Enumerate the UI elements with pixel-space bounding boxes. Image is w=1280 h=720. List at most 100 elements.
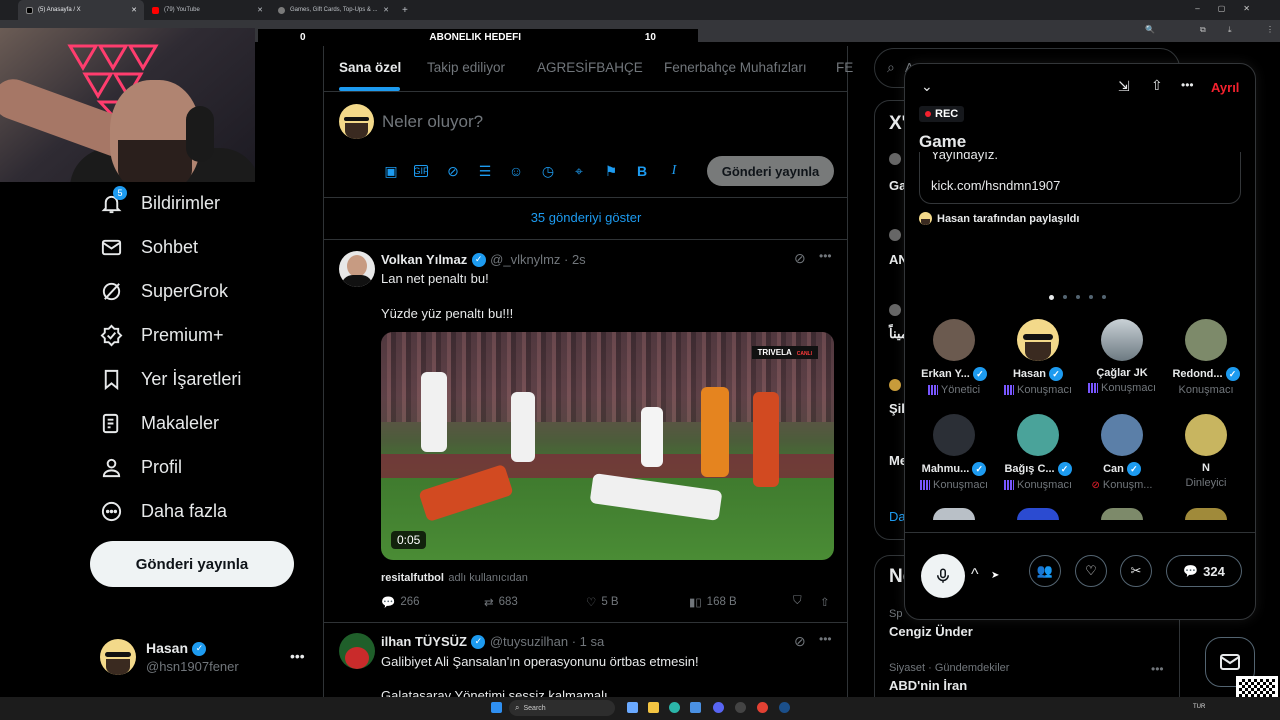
tab-for-you[interactable]: Sana özel xyxy=(339,60,401,75)
account-name: Hasan xyxy=(146,640,189,656)
leave-button[interactable]: Ayrıl xyxy=(1211,80,1239,95)
obs-icon[interactable] xyxy=(735,702,746,713)
tab-fe[interactable]: FE xyxy=(836,60,853,75)
close-tab-icon[interactable]: ✕ xyxy=(131,6,137,14)
browser-tab-games[interactable]: Games, Gift Cards, Top-Ups & ... ✕ xyxy=(270,0,396,20)
share-icon[interactable]: ⇧ xyxy=(1151,77,1163,94)
language-indicator[interactable]: TUR xyxy=(1193,704,1205,710)
chevron-up-icon[interactable]: ^ xyxy=(971,566,979,584)
repost-button[interactable]: ⇄ 683 xyxy=(484,595,518,609)
pinned-post[interactable]: Yayındayız. kick.com/hsndmn1907 xyxy=(919,152,1241,204)
nav-profile[interactable]: Profil xyxy=(100,456,182,479)
share-icon[interactable]: ⇧ xyxy=(820,595,830,609)
nav-premium[interactable]: Premium+ xyxy=(100,324,224,347)
show-new-posts[interactable]: 35 gönderiyi göster xyxy=(324,210,848,225)
bookmark-icon[interactable]: ⛉ xyxy=(793,595,802,608)
live-label: CANLI xyxy=(796,351,812,357)
tweet-handle[interactable]: @tuysuzilhan · 1 sa xyxy=(490,634,604,649)
participant[interactable]: Can ✓ ⊘ Konuşm... xyxy=(1082,414,1162,491)
file-explorer-icon[interactable] xyxy=(648,702,659,713)
extensions-icon[interactable]: ⧉ xyxy=(1200,25,1206,35)
grok-icon[interactable]: ⊘ xyxy=(794,633,806,650)
tweet-author[interactable]: ilhan TÜYSÜZ xyxy=(381,634,467,649)
nav-notifications[interactable]: 5 Bildirimler xyxy=(100,186,220,215)
schedule-icon[interactable]: ◷ xyxy=(540,163,556,179)
participant[interactable]: Bağış C... ✓ Konuşmacı xyxy=(998,414,1078,491)
chrome-icon[interactable] xyxy=(757,702,768,713)
trend-item[interactable]: Cengiz Ünder xyxy=(889,624,973,639)
clip-button[interactable]: ✂ xyxy=(1120,555,1152,587)
microphone-button[interactable] xyxy=(921,554,965,598)
poll-icon[interactable]: ☰ xyxy=(477,163,493,179)
like-button[interactable]: ♡ 5 B xyxy=(586,595,619,609)
trend-category: Sp xyxy=(889,608,903,620)
download-icon[interactable]: ⤓ xyxy=(1228,25,1232,35)
store-icon[interactable] xyxy=(690,702,701,713)
task-view-icon[interactable] xyxy=(627,702,638,713)
menu-icon[interactable]: ⋮ xyxy=(1266,25,1274,34)
reply-button[interactable]: 💬 266 xyxy=(381,595,420,609)
taskbar-search[interactable]: ⌕ Search xyxy=(509,700,615,716)
trend-item[interactable]: Şil xyxy=(889,401,905,416)
heart-icon: ♡ xyxy=(586,597,597,609)
windows-start-icon[interactable] xyxy=(491,702,502,713)
participant[interactable]: N Dinleyici xyxy=(1166,414,1246,489)
edge-icon[interactable] xyxy=(669,702,680,713)
discord-icon[interactable] xyxy=(713,702,724,713)
nav-supergrok[interactable]: SuperGrok xyxy=(100,280,228,303)
react-button[interactable]: ♡ xyxy=(1075,555,1107,587)
nav-more[interactable]: Daha fazla xyxy=(100,500,227,523)
bold-icon[interactable]: B xyxy=(634,163,650,179)
italic-icon[interactable]: I xyxy=(666,163,682,179)
participant[interactable]: Erkan Y... ✓ Yönetici xyxy=(914,319,994,396)
location-icon[interactable]: ⌖ xyxy=(571,163,587,179)
grok-icon[interactable]: ⊘ xyxy=(794,250,806,267)
browser-tab-x[interactable]: (5) Anasayfa / X ✕ xyxy=(18,0,144,20)
grok-icon[interactable]: ⊘ xyxy=(445,163,461,179)
image-icon[interactable]: ▣ xyxy=(383,163,399,179)
tweet-handle[interactable]: @_vlknylmz · 2s xyxy=(490,252,586,267)
tweet-video[interactable]: TRIVELA CANLI 0:05 xyxy=(381,332,834,560)
tab-following[interactable]: Takip ediliyor xyxy=(427,60,505,75)
participant[interactable]: Mahmu... ✓ Konuşmacı xyxy=(914,414,994,491)
minimize-icon[interactable]: ⇲ xyxy=(1118,78,1130,95)
browser-tab-youtube[interactable]: (79) YouTube ✕ xyxy=(144,0,270,20)
new-tab-button[interactable]: + xyxy=(402,5,408,16)
trend-item[interactable]: ABD'nin İran xyxy=(889,678,967,693)
post-button[interactable]: Gönderi yayınla xyxy=(90,541,294,587)
pinned-link[interactable]: kick.com/hsndmn1907 xyxy=(931,178,1060,193)
more-icon[interactable]: ••• xyxy=(1151,662,1164,676)
more-icon[interactable]: ••• xyxy=(1181,78,1194,92)
participant[interactable]: Çağlar JK Konuşmacı xyxy=(1082,319,1162,394)
composer-input[interactable]: Neler oluyor? xyxy=(382,112,483,132)
page-dots[interactable] xyxy=(1049,295,1106,300)
steam-icon[interactable] xyxy=(779,702,790,713)
nav-label: Daha fazla xyxy=(141,501,228,521)
nav-bookmarks[interactable]: Yer İşaretleri xyxy=(100,368,241,391)
tweet-author[interactable]: Volkan Yılmaz xyxy=(381,252,467,267)
globe-icon xyxy=(278,6,285,14)
participant[interactable]: Hasan ✓ Konuşmacı xyxy=(998,319,1078,396)
comments-button[interactable]: 💬 324 xyxy=(1166,555,1242,587)
more-icon[interactable]: ••• xyxy=(819,249,832,263)
gif-icon[interactable]: GIF xyxy=(414,165,429,177)
more-icon[interactable]: ••• xyxy=(819,632,832,646)
tab-fenerbahce-muhafizlari[interactable]: Fenerbahçe Muhafızları xyxy=(664,60,807,75)
nav-chat[interactable]: Sohbet xyxy=(100,236,198,259)
participant[interactable]: Redond... ✓ Konuşmacı xyxy=(1166,319,1246,396)
views-button[interactable]: ▮▯ 168 B xyxy=(689,595,737,609)
more-icon[interactable]: ••• xyxy=(290,648,305,664)
composer-post-button[interactable]: Gönderi yayınla xyxy=(707,156,834,186)
video-source[interactable]: resitalfutbol xyxy=(381,572,444,584)
windows-taskbar xyxy=(0,697,1280,720)
flag-icon[interactable]: ⚑ xyxy=(603,163,619,179)
close-tab-icon[interactable]: ✕ xyxy=(383,6,389,14)
collapse-icon[interactable]: ⌄ xyxy=(921,78,933,95)
people-button[interactable]: 👥 xyxy=(1029,555,1061,587)
close-tab-icon[interactable]: ✕ xyxy=(257,6,263,14)
emoji-icon[interactable]: ☺ xyxy=(508,163,524,179)
zoom-icon[interactable]: 🔍 xyxy=(1145,25,1155,34)
nav-articles[interactable]: Makaleler xyxy=(100,412,219,435)
tab-agresifbahce[interactable]: AGRESİFBAHÇE xyxy=(537,60,643,75)
window-controls[interactable]: –▢✕ xyxy=(1195,4,1268,13)
